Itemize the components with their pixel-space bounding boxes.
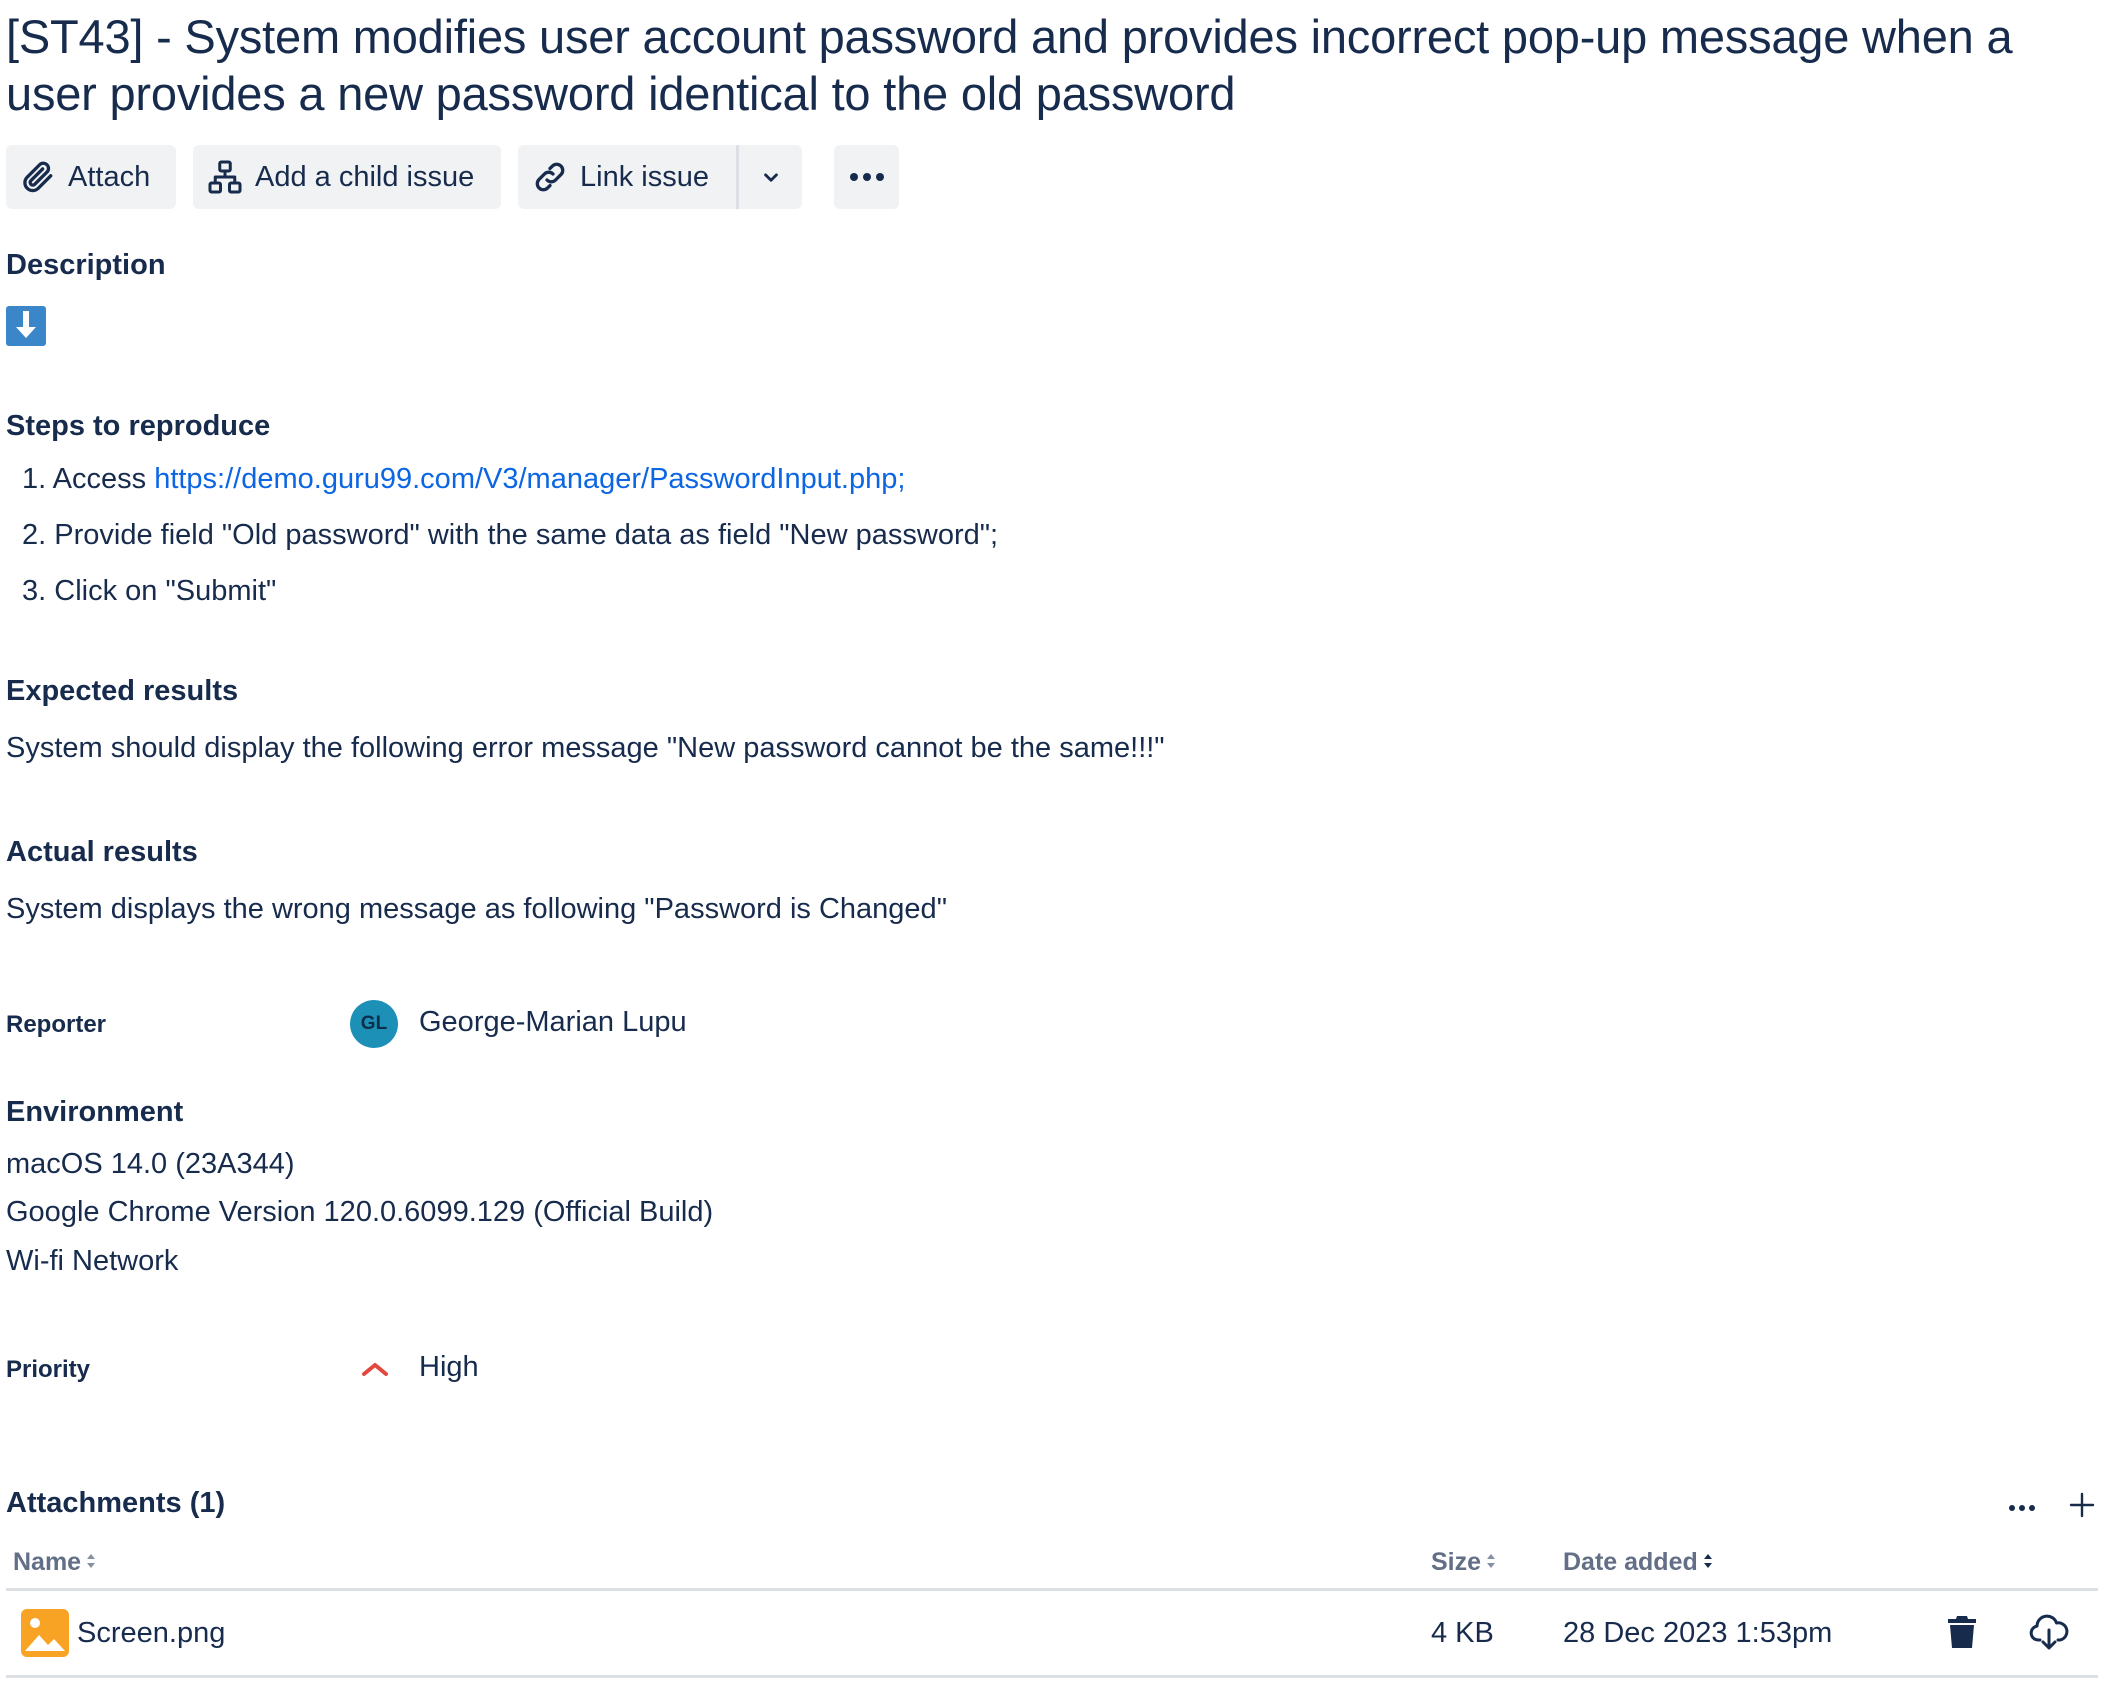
environment-line: Google Chrome Version 120.0.6099.129 (Of… (6, 1196, 714, 1228)
actual-results-heading: Actual results (6, 836, 198, 868)
child-issue-icon (207, 159, 243, 195)
cloud-download-icon (2028, 1612, 2070, 1657)
environment-line: Wi-fi Network (6, 1245, 179, 1277)
sort-icon (1485, 1548, 1497, 1577)
sort-icon (1702, 1548, 1714, 1577)
add-child-issue-button[interactable]: Add a child issue (193, 145, 501, 209)
priority-value[interactable]: High (419, 1351, 479, 1384)
list-item: 1. Access https://demo.guru99.com/V3/man… (22, 463, 905, 496)
steps-heading: Steps to reproduce (6, 410, 271, 442)
link-issue-dropdown-button[interactable] (739, 145, 802, 209)
column-header-label: Name (13, 1548, 82, 1576)
plus-icon (2068, 1491, 2096, 1524)
attach-label: Attach (68, 160, 151, 193)
list-item: 3. Click on "Submit" (22, 575, 276, 608)
column-header-label: Size (1431, 1548, 1482, 1576)
reporter-name[interactable]: George-Marian Lupu (419, 1006, 687, 1039)
actual-results-text: System displays the wrong message as fol… (6, 893, 947, 925)
image-file-icon (21, 1609, 69, 1662)
environment-line: macOS 14.0 (23A344) (6, 1148, 295, 1180)
attachments-heading: Attachments (1) (6, 1487, 226, 1519)
chevron-down-icon (758, 164, 784, 190)
step-number: 3. (22, 575, 47, 607)
environment-heading: Environment (6, 1096, 184, 1128)
link-issue-button[interactable]: Link issue (518, 145, 736, 209)
priority-label: Priority (6, 1356, 91, 1383)
table-row-divider (6, 1675, 2098, 1678)
reporter-label: Reporter (6, 1011, 107, 1038)
more-icon (2008, 1499, 2036, 1517)
more-icon (847, 171, 887, 183)
arrow-down-icon (6, 306, 46, 351)
attachment-date: 28 Dec 2023 1:53pm (1563, 1617, 1833, 1649)
more-actions-button[interactable] (834, 145, 899, 209)
step-text: Provide field "Old password" with the sa… (54, 519, 999, 551)
link-icon (532, 159, 568, 195)
attachment-filename[interactable]: Screen.png (77, 1617, 225, 1650)
description-heading: Description (6, 249, 166, 281)
expected-results-heading: Expected results (6, 675, 239, 707)
step-number: 1. (22, 463, 47, 495)
column-header-label: Date added (1563, 1548, 1698, 1576)
expected-results-text: System should display the following erro… (6, 732, 1165, 764)
download-attachment-button[interactable] (2026, 1612, 2072, 1656)
priority-high-icon (360, 1358, 390, 1385)
column-header-date[interactable]: Date added (1563, 1548, 1714, 1577)
add-attachment-button[interactable] (2064, 1489, 2100, 1525)
sort-icon (85, 1548, 97, 1577)
attachments-more-button[interactable] (2000, 1492, 2044, 1524)
column-header-size[interactable]: Size (1431, 1548, 1497, 1577)
attach-button[interactable]: Attach (6, 145, 176, 209)
guru99-link[interactable]: https://demo.guru99.com/V3/manager/Passw… (154, 463, 905, 495)
attachment-size: 4 KB (1431, 1617, 1494, 1649)
trash-icon (1946, 1614, 1978, 1655)
list-item: 2. Provide field "Old password" with the… (22, 519, 998, 552)
link-issue-label: Link issue (580, 160, 709, 193)
step-text: Access (52, 463, 155, 495)
step-text: Click on "Submit" (54, 575, 277, 607)
avatar[interactable]: GL (350, 1000, 398, 1048)
paperclip-icon (20, 159, 56, 195)
add-child-issue-label: Add a child issue (255, 160, 475, 193)
delete-attachment-button[interactable] (1942, 1614, 1982, 1654)
column-header-name[interactable]: Name (13, 1548, 97, 1577)
issue-title[interactable]: [ST43] - System modifies user account pa… (6, 8, 2086, 122)
step-number: 2. (22, 519, 47, 551)
